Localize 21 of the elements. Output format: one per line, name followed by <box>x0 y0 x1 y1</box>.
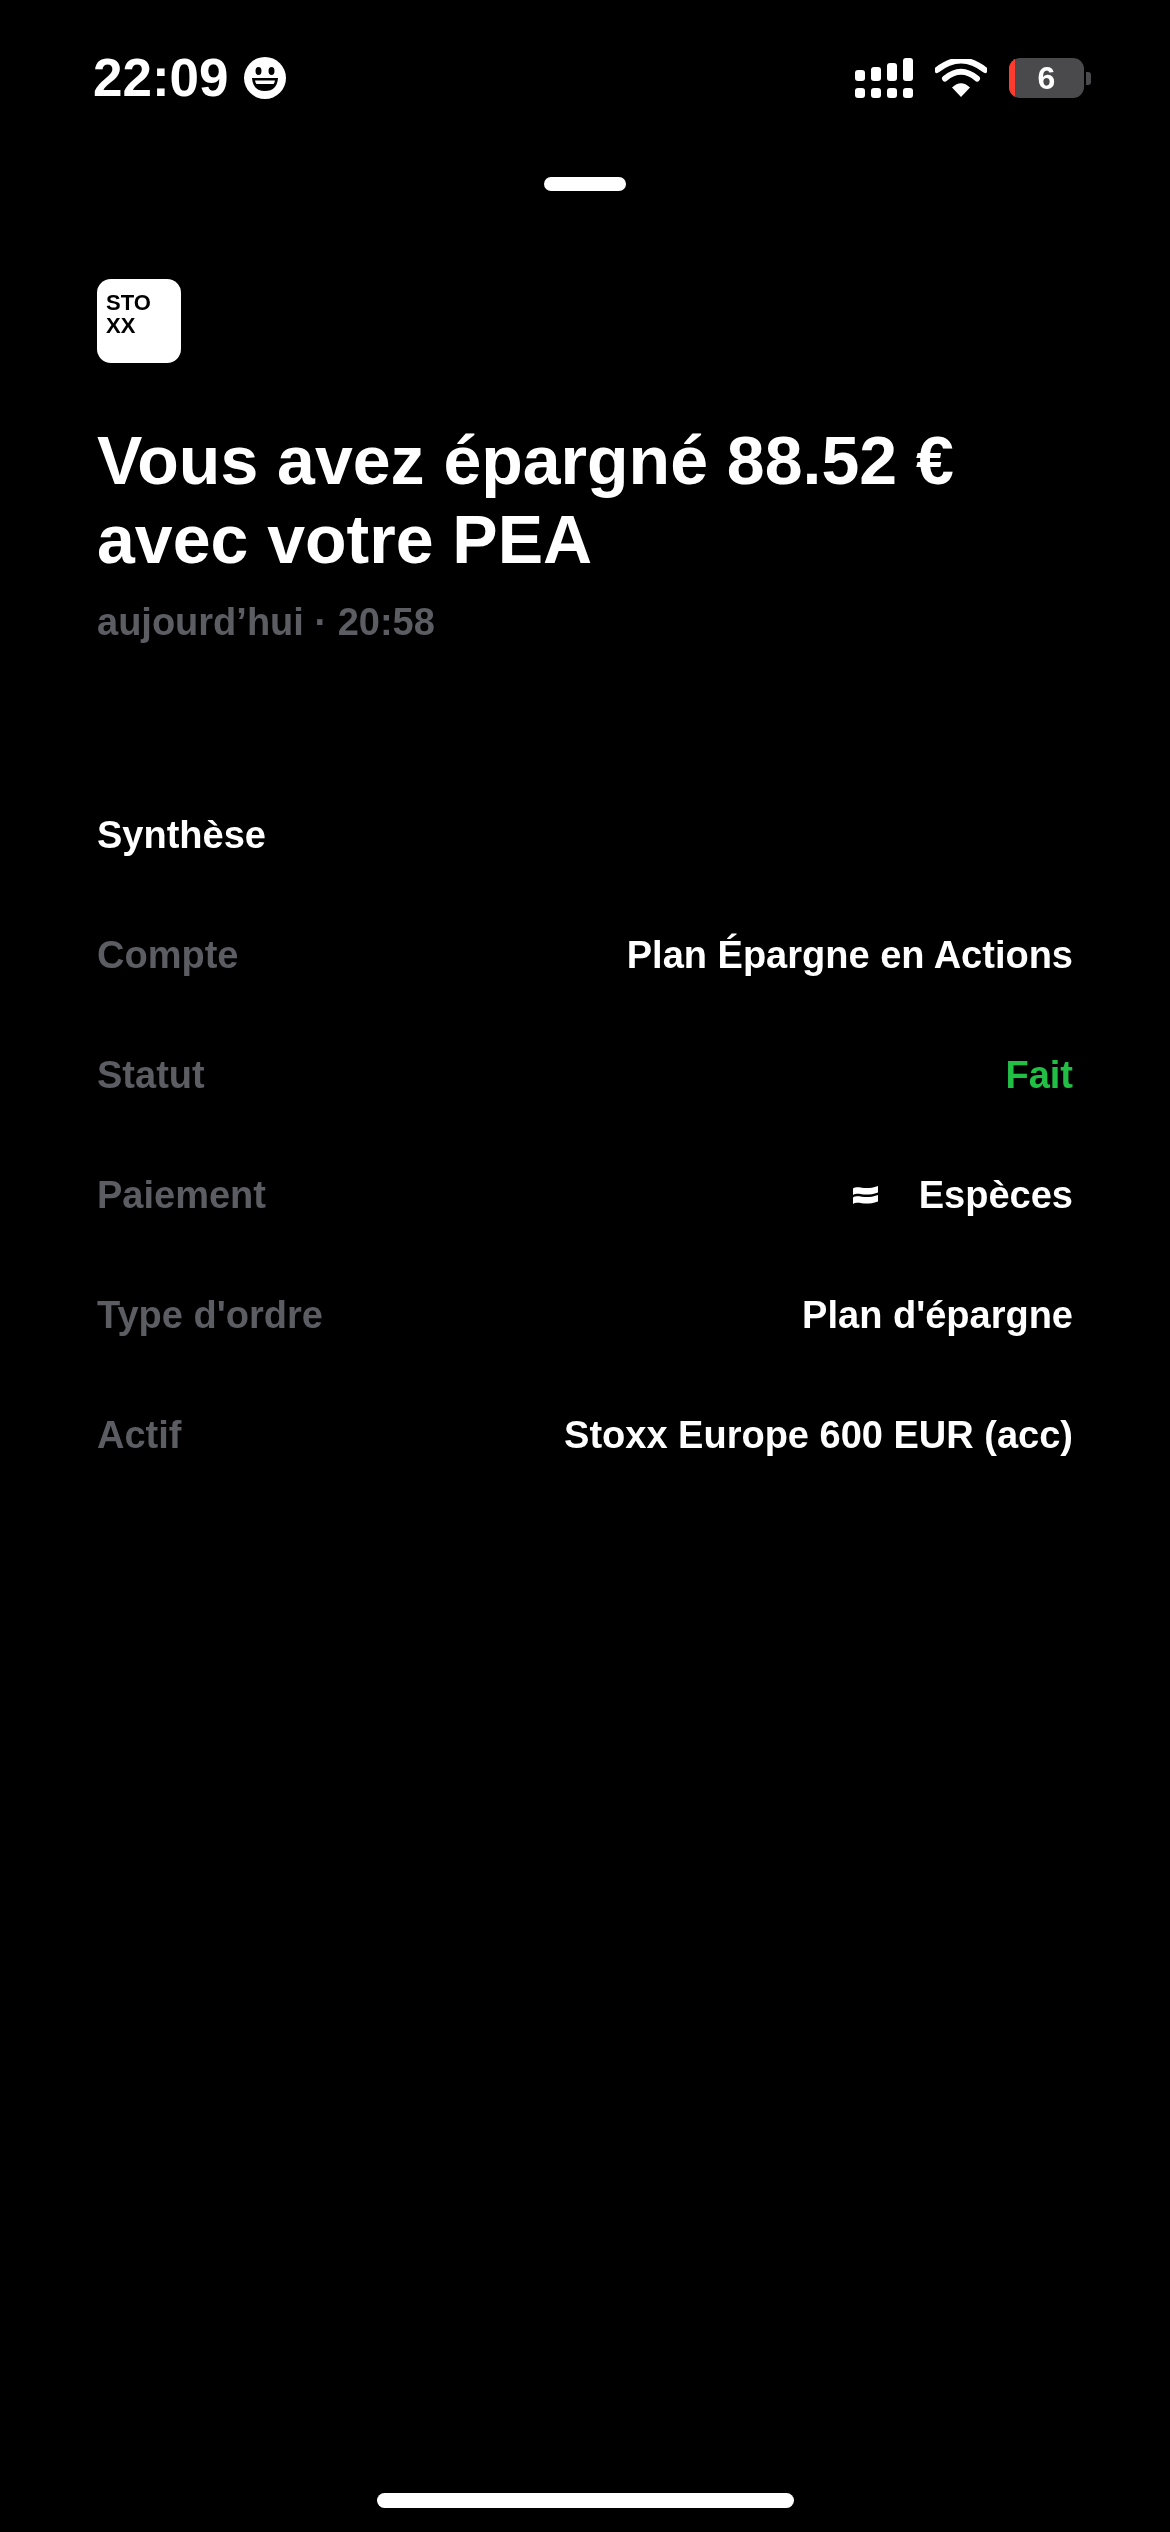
detail-value: Plan d'épargne <box>802 1293 1073 1338</box>
status-time: 22:09 <box>93 57 229 99</box>
section-heading: Synthèse <box>97 813 266 858</box>
grinning-face-icon <box>243 57 286 99</box>
timestamp: aujourd’hui · 20:58 <box>97 600 436 645</box>
wavy-lines-icon <box>851 1184 879 1206</box>
battery-indicator: 6 <box>1009 58 1091 98</box>
detail-label: Actif <box>97 1413 182 1458</box>
detail-label: Type d'ordre <box>97 1293 323 1338</box>
signal-icon <box>855 58 913 98</box>
status-value: Fait <box>1005 1053 1073 1098</box>
logo-tile: STO XX <box>97 279 181 363</box>
detail-label: Statut <box>97 1053 205 1098</box>
sheet-grabber[interactable] <box>544 177 626 191</box>
detail-label: Paiement <box>97 1173 266 1218</box>
detail-label: Compte <box>97 933 239 978</box>
detail-value: Espèces <box>918 1173 1073 1218</box>
detail-value: Plan Épargne en Actions <box>626 932 1073 978</box>
wifi-icon <box>935 59 987 97</box>
title: Vous avez épargné 88.52 € avec votre PEA <box>97 421 955 579</box>
detail-value: Stoxx Europe 600 EUR (acc) <box>564 1413 1073 1458</box>
